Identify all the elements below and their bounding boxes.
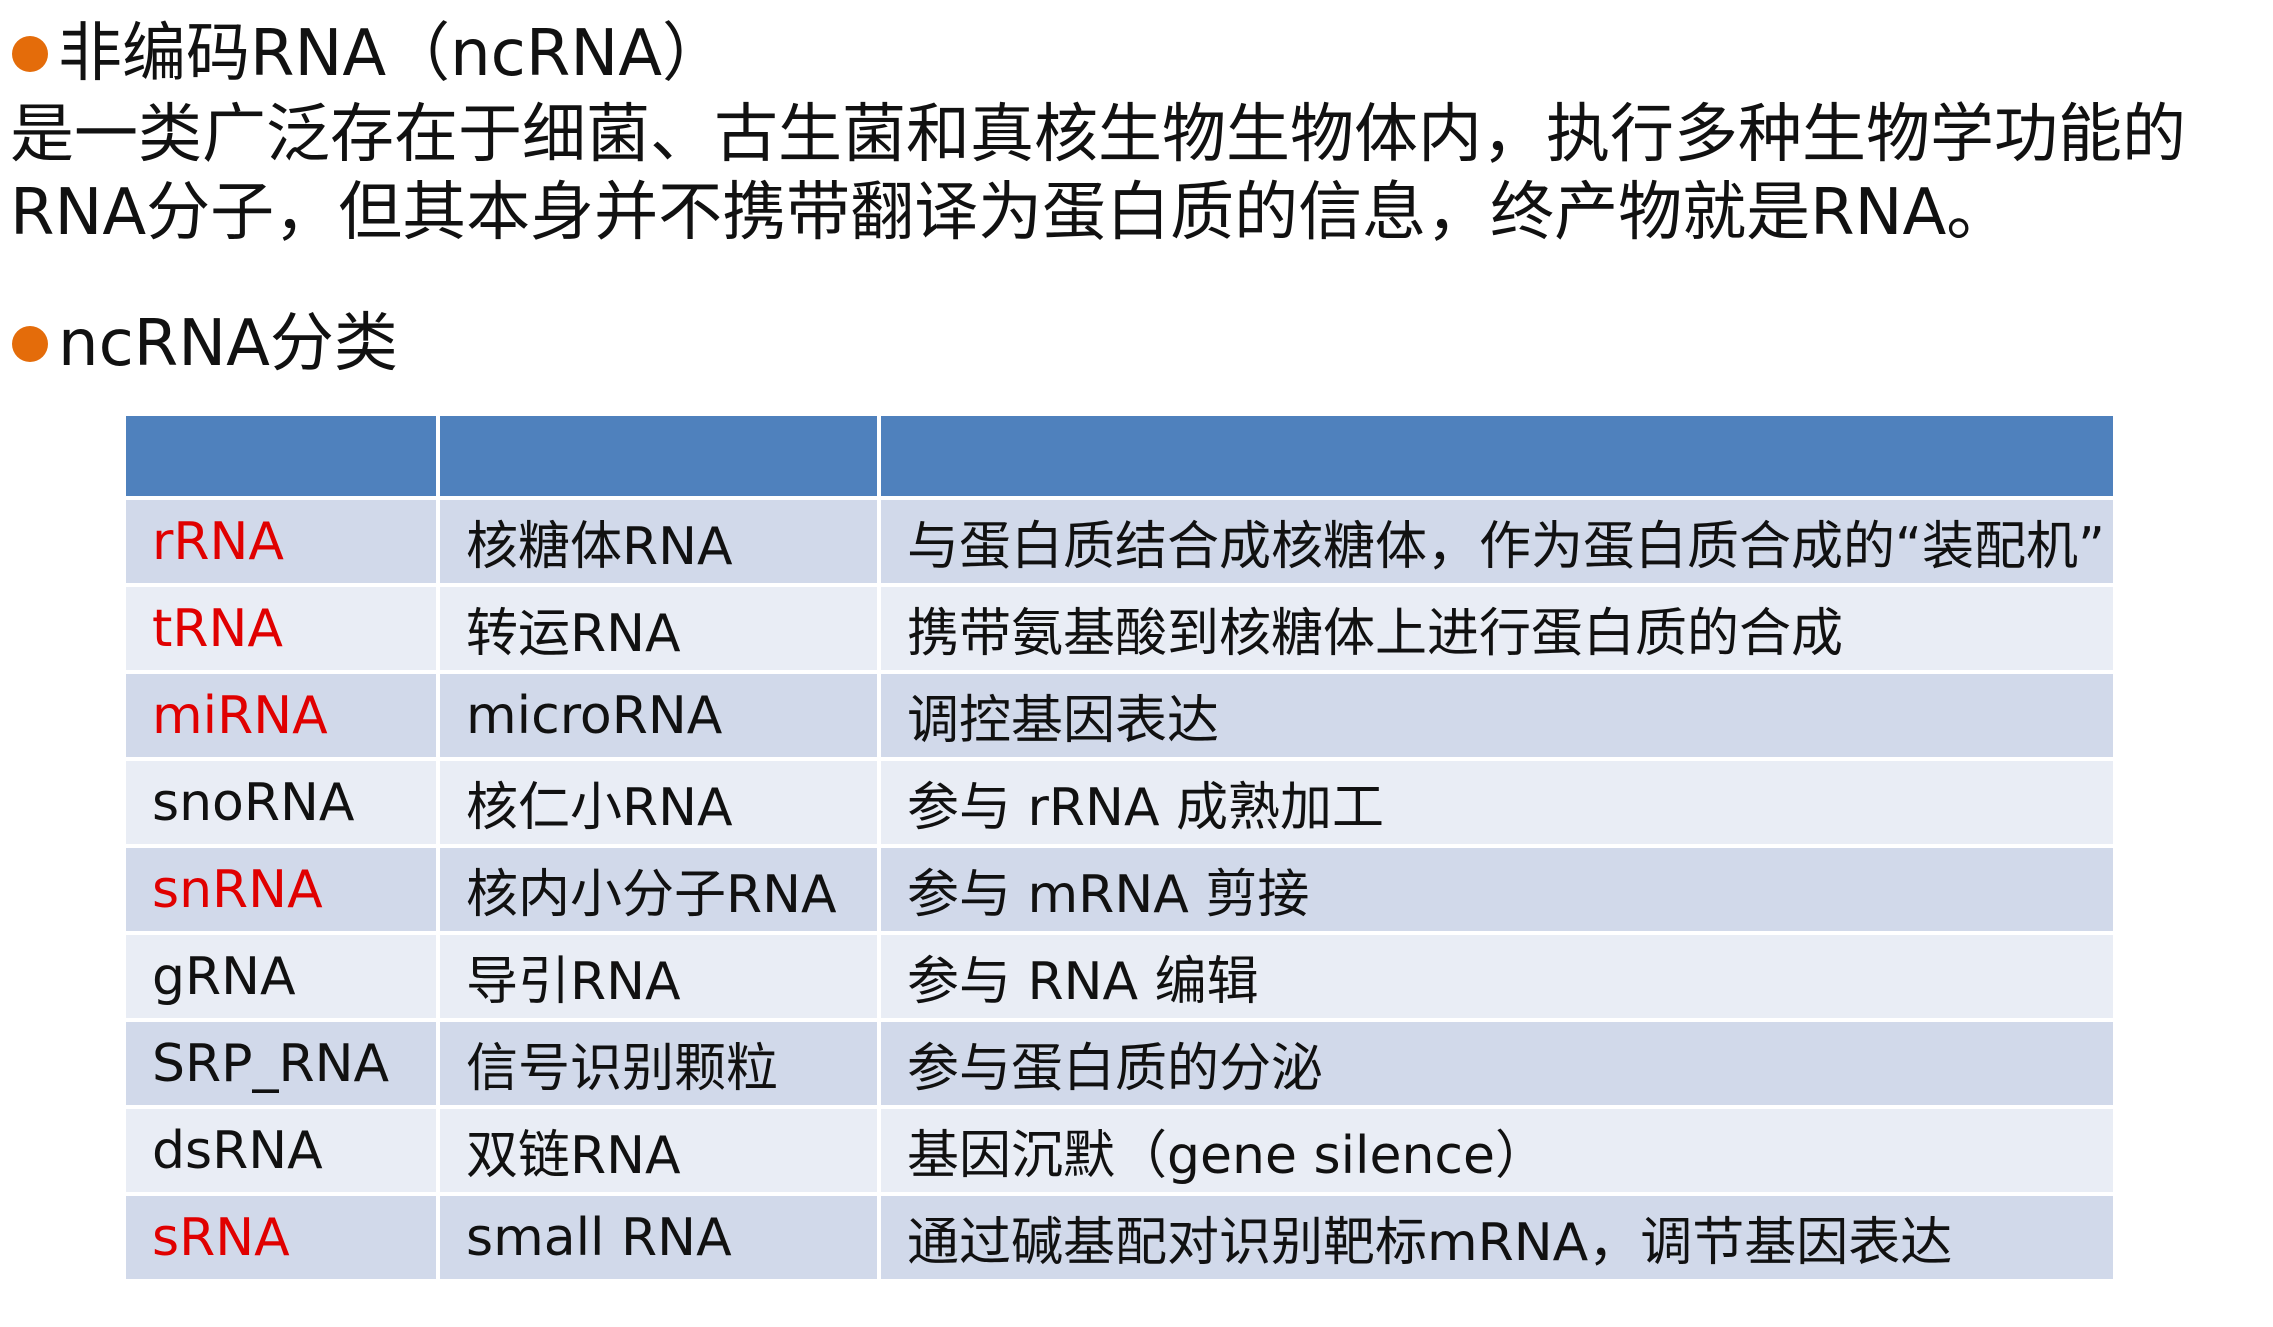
table-header-cell <box>440 416 877 496</box>
abbr-cell: miRNA <box>126 674 436 757</box>
section-ncrna-definition-heading: 非编码RNA（ncRNA） <box>12 14 726 94</box>
heading-text: 非编码RNA（ncRNA） <box>58 17 726 91</box>
function-cell: 通过碱基配对识别靶标mRNA，调节基因表达 <box>881 1196 2113 1279</box>
function-cell: 参与蛋白质的分泌 <box>881 1022 2113 1105</box>
definition-line: RNA分子，但其本身并不携带翻译为蛋白质的信息，终产物就是RNA。 <box>10 176 2011 250</box>
name-cell: microRNA <box>440 674 877 757</box>
name-cell: small RNA <box>440 1196 877 1279</box>
function-cell: 基因沉默（gene silence） <box>881 1109 2113 1192</box>
bullet-dot-icon <box>12 326 48 362</box>
table-header-cell <box>126 416 436 496</box>
abbr-cell: snRNA <box>126 848 436 931</box>
bullet-dot-icon <box>12 36 48 72</box>
definition-paragraph: 是一类广泛存在于细菌、古生菌和真核生物生物体内，执行多种生物学功能的 RNA分子… <box>10 96 2186 252</box>
function-cell: 参与 rRNA 成熟加工 <box>881 761 2113 844</box>
heading-text: ncRNA分类 <box>58 307 398 381</box>
function-cell: 参与 RNA 编辑 <box>881 935 2113 1018</box>
function-cell: 参与 mRNA 剪接 <box>881 848 2113 931</box>
name-cell: 核糖体RNA <box>440 500 877 583</box>
ncrna-classification-table: rRNA 核糖体RNA 与蛋白质结合成核糖体，作为蛋白质合成的“装配机” tRNA 转运… <box>126 416 2113 1279</box>
name-cell: 信号识别颗粒 <box>440 1022 877 1105</box>
definition-line: 是一类广泛存在于细菌、古生菌和真核生物生物体内，执行多种生物学功能的 <box>10 98 2186 172</box>
function-cell: 调控基因表达 <box>881 674 2113 757</box>
abbr-cell: rRNA <box>126 500 436 583</box>
abbr-cell: gRNA <box>126 935 436 1018</box>
name-cell: 导引RNA <box>440 935 877 1018</box>
function-cell: 携带氨基酸到核糖体上进行蛋白质的合成 <box>881 587 2113 670</box>
name-cell: 核内小分子RNA <box>440 848 877 931</box>
abbr-cell: SRP_RNA <box>126 1022 436 1105</box>
name-cell: 双链RNA <box>440 1109 877 1192</box>
abbr-cell: dsRNA <box>126 1109 436 1192</box>
function-cell: 与蛋白质结合成核糖体，作为蛋白质合成的“装配机” <box>881 500 2113 583</box>
name-cell: 核仁小RNA <box>440 761 877 844</box>
abbr-cell: snoRNA <box>126 761 436 844</box>
abbr-cell: sRNA <box>126 1196 436 1279</box>
name-cell: 转运RNA <box>440 587 877 670</box>
section-ncrna-classification-heading: ncRNA分类 <box>12 304 398 384</box>
abbr-cell: tRNA <box>126 587 436 670</box>
table-header-cell <box>881 416 2113 496</box>
